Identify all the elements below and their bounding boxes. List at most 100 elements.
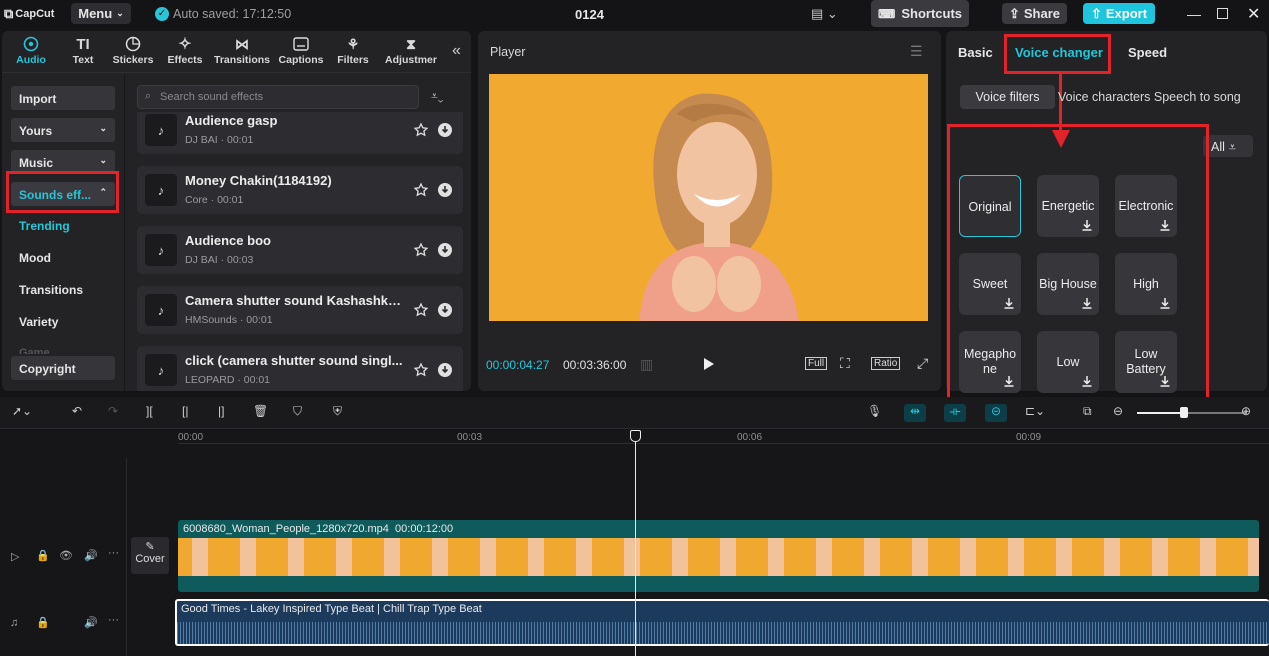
tab-audio[interactable]: Audio	[2, 34, 60, 70]
category-filter[interactable]: All ⩡	[1203, 135, 1253, 157]
woman-image	[489, 74, 928, 321]
microphone-icon[interactable]: 🎙	[867, 404, 885, 422]
nav-trending[interactable]: Trending	[19, 219, 70, 233]
favorite-icon[interactable]	[413, 362, 429, 378]
download-icon[interactable]	[437, 362, 453, 378]
track-header-divider	[126, 458, 127, 656]
split-icon[interactable]: ][	[146, 404, 164, 422]
maximize-icon[interactable]	[1217, 8, 1228, 19]
full-button[interactable]: Full	[805, 357, 828, 370]
project-name[interactable]: 0124	[575, 7, 604, 22]
list-item[interactable]: ♪ Money Chakin(1184192) Core · 00:01	[137, 166, 463, 214]
video-preview[interactable]	[489, 74, 928, 321]
tab-label: Filters	[337, 54, 369, 66]
audio-clip[interactable]: Good Times - Lakey Inspired Type Beat | …	[175, 599, 1269, 646]
close-icon[interactable]: ✕	[1247, 4, 1260, 24]
zoom-out-icon[interactable]: ⊖	[1113, 404, 1131, 422]
zoom-slider-thumb[interactable]	[1180, 407, 1188, 418]
favorite-icon[interactable]	[413, 242, 429, 258]
filter-sort-icon[interactable]: ⩡⌄	[431, 89, 443, 104]
audio-track-icon: ♫	[10, 617, 19, 629]
nav-yours[interactable]: Yours ⌄	[11, 118, 115, 142]
download-icon[interactable]	[437, 302, 453, 318]
redo-icon[interactable]: ↷	[108, 404, 126, 422]
list-item[interactable]: ♪ click (camera shutter sound singl... LEO…	[137, 346, 463, 391]
tab-label: Audio	[16, 54, 46, 66]
video-clip[interactable]: 6008680_Woman_People_1280x720.mp4 00:00:…	[178, 520, 1259, 592]
download-icon[interactable]	[437, 242, 453, 258]
subtab-others[interactable]: Voice characters Speech to song	[1058, 90, 1241, 104]
delete-icon[interactable]: 🗑	[253, 404, 271, 422]
download-icon[interactable]	[437, 122, 453, 138]
list-item[interactable]: ♪ Audience boo DJ BAI · 00:03	[137, 226, 463, 274]
preview-axis-icon[interactable]: ⊏⌄	[1025, 404, 1065, 422]
ruler-mark: 00:03	[457, 432, 483, 443]
volume-icon[interactable]: 🔊	[84, 616, 98, 629]
tab-filters[interactable]: ⚘ Filters	[324, 34, 382, 70]
zoom-frame-icon[interactable]: ⛶	[840, 355, 850, 372]
fullscreen-icon[interactable]: ⤢	[917, 355, 928, 372]
ratio-button[interactable]: Ratio	[871, 357, 901, 370]
timeline-grid-icon[interactable]: ▥	[640, 356, 653, 373]
playhead[interactable]	[635, 432, 636, 656]
undo-icon[interactable]: ↶	[72, 404, 90, 422]
link-icon[interactable]: ⊝	[985, 404, 1007, 422]
magnet-icon[interactable]: ⇹	[904, 404, 926, 422]
tab-transitions[interactable]: ⋈ Transitions	[213, 34, 271, 70]
tab-captions[interactable]: Captions	[272, 34, 330, 70]
nav-mood[interactable]: Mood	[19, 251, 51, 265]
zoom-in-icon[interactable]: ⊕	[1241, 404, 1259, 422]
tab-effects[interactable]: ✧ Effects	[156, 34, 214, 70]
minimize-icon[interactable]: —	[1187, 6, 1201, 22]
nav-import[interactable]: Import	[11, 86, 115, 110]
tab-basic[interactable]: Basic	[958, 45, 993, 60]
audio-title-2: Chill Trap Type Beat	[383, 603, 482, 615]
favorite-icon[interactable]	[413, 302, 429, 318]
shield-icon[interactable]: ⛨	[333, 404, 351, 422]
layout-icon[interactable]: ▤ ⌄	[811, 6, 841, 22]
mark-icon[interactable]: ⛉	[293, 404, 311, 422]
subtab-voice-filters[interactable]: Voice filters	[960, 85, 1055, 109]
playhead-handle[interactable]	[630, 430, 641, 442]
filters-icon: ⚘	[346, 35, 360, 52]
split-left-icon[interactable]: [|	[182, 404, 200, 422]
cover-button[interactable]: ✎ Cover	[131, 537, 169, 574]
play-icon[interactable]	[703, 357, 715, 371]
screen-icon[interactable]: ⧉	[1083, 404, 1101, 422]
tab-adjustment[interactable]: ⧗ Adjustmer	[383, 34, 439, 70]
ruler-mark: 00:09	[1016, 432, 1042, 443]
nav-copyright[interactable]: Copyright	[11, 356, 115, 380]
split-right-icon[interactable]: |]	[218, 404, 236, 422]
select-cursor-icon[interactable]: ➚⌄	[12, 404, 32, 422]
audio-icon	[2, 34, 60, 54]
sound-title: Camera shutter sound Kashashka...	[185, 293, 405, 308]
list-item[interactable]: ♪ Audience gasp DJ BAI · 00:01	[137, 112, 463, 154]
nav-transitions[interactable]: Transitions	[19, 283, 83, 297]
search-input[interactable]: ⌕ Search sound effects	[137, 85, 419, 109]
volume-icon[interactable]: 🔊	[84, 549, 98, 562]
tiktok-icon: ♪	[145, 234, 177, 266]
download-icon[interactable]	[437, 182, 453, 198]
favorite-icon[interactable]	[413, 122, 429, 138]
snap-icon[interactable]: ⟛	[944, 404, 966, 422]
shortcuts-button[interactable]: ⌨ Shortcuts	[871, 0, 969, 27]
nav-game[interactable]: Game	[19, 347, 50, 354]
eye-icon[interactable]: 👁	[59, 549, 73, 562]
lock-icon[interactable]: 🔒	[36, 616, 50, 629]
menu-button[interactable]: Menu ⌄	[71, 3, 131, 24]
chevron-down-icon: ⌄	[99, 123, 107, 133]
favorite-icon[interactable]	[413, 182, 429, 198]
nav-variety[interactable]: Variety	[19, 315, 58, 329]
keyboard-icon: ⌨	[878, 6, 896, 21]
collapse-icon[interactable]: «	[452, 42, 461, 60]
more-icon[interactable]: ···	[108, 614, 119, 626]
lock-icon[interactable]: 🔒	[36, 549, 50, 562]
share-button[interactable]: ⇪ Share	[1002, 3, 1067, 24]
export-button[interactable]: ⇧ Export	[1083, 3, 1155, 24]
tab-speed[interactable]: Speed	[1128, 45, 1167, 60]
list-item[interactable]: ♪ Camera shutter sound Kashashka... HMSoun…	[137, 286, 463, 334]
menu-lines-icon[interactable]: ☰	[910, 43, 923, 60]
player-title: Player	[490, 45, 526, 59]
more-icon[interactable]: ···	[108, 547, 119, 559]
tab-stickers[interactable]: Stickers	[104, 34, 162, 70]
